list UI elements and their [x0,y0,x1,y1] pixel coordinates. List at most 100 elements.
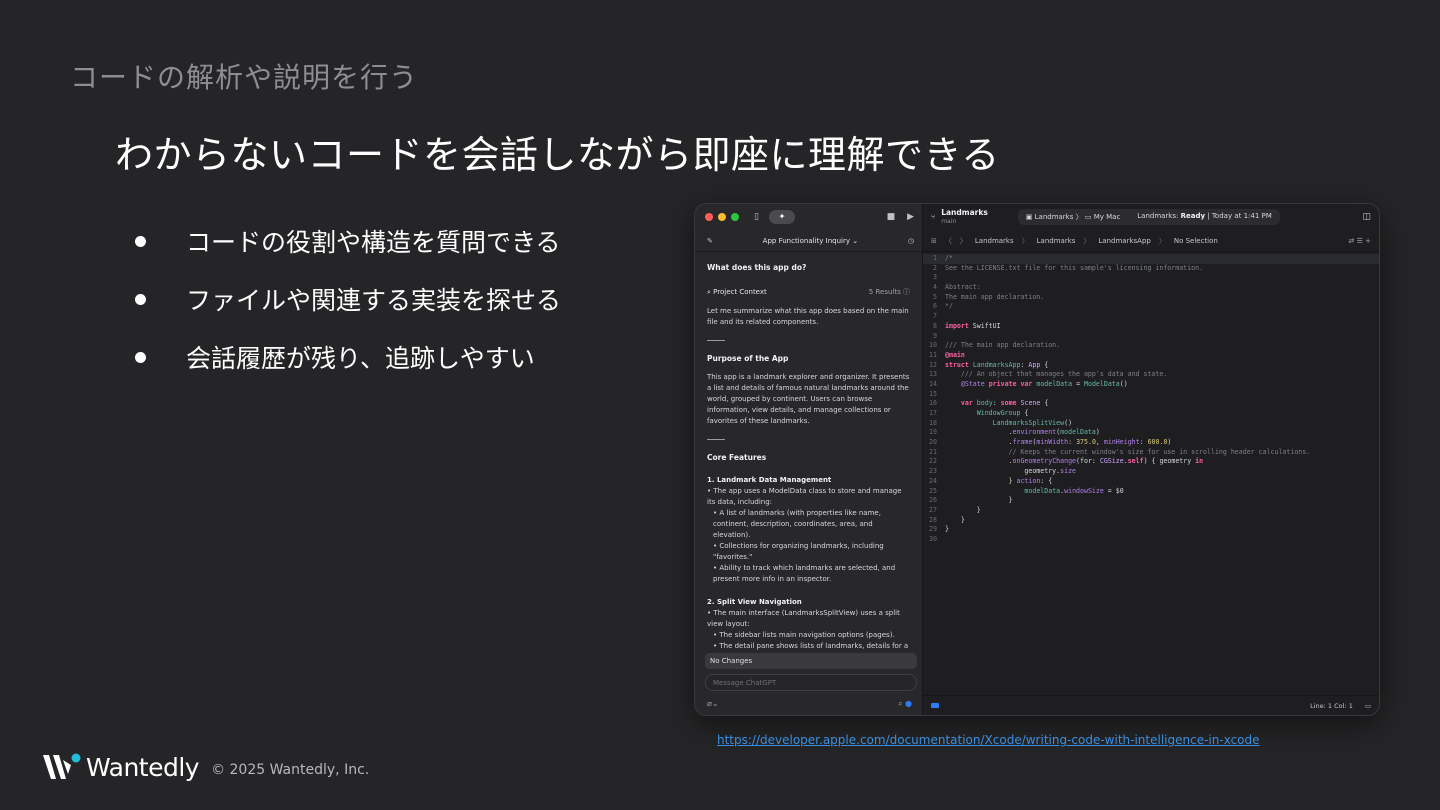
minimize-window-button[interactable] [718,213,726,221]
inspector-toggle-icon[interactable]: ◫ [1362,212,1371,222]
feature-1-line: • Ability to track which landmarks are s… [713,564,896,583]
bullet-item: コードの役割や構造を質問できる [135,212,561,270]
debug-area-icon[interactable] [931,703,939,708]
destination-name[interactable]: My Mac [1094,213,1121,221]
scheme-name[interactable]: Landmarks [1035,213,1074,221]
send-icon[interactable]: ● [905,699,912,708]
editor-options-icon[interactable]: ⇄ ☰ + [1349,237,1371,245]
wantedly-logo-icon [43,753,81,779]
bullet-item: ファイルや関連する実装を探せる [135,270,561,328]
sparkle-icon[interactable]: ✦ [768,210,795,224]
footer: Wantedly © 2025 Wantedly, Inc. [42,752,369,782]
new-conversation-icon[interactable]: ✎ [707,237,713,245]
window-toolbar: ⑂ Landmarks main ▣ Landmarks 〉 ▭ My Mac … [923,204,1379,230]
bullet-item: 会話履歴が残り、追跡しやすい [135,328,561,386]
panel-toggle-icon[interactable]: ▭ [1365,702,1371,710]
mac-icon: ▭ [1084,213,1094,221]
code-line: 10/// The main app declaration. [929,341,1061,350]
code-line: 9 [933,331,937,340]
code-editor[interactable]: 1/* 2 See the LICENSE.txt file for this s… [923,252,1379,545]
code-line: 11 @main [929,350,965,359]
code-line: 13 /// An object that manages the app's … [929,370,1168,379]
chat-transcript: What does this app do? ⌕ Project Context… [695,252,922,672]
code-line: 12 struct LandmarksApp: App { [929,360,1049,369]
core-features-heading: Core Features [707,453,767,462]
code-line: 14 @State private var modelData = ModelD… [929,379,1128,388]
back-icon[interactable]: 〈 [945,236,952,246]
breadcrumb-item[interactable]: LandmarksApp [1098,237,1150,245]
scheme-icon: ▣ [1025,213,1035,221]
assistant-toolbar: ▯ ✦ ■ ▶ [695,204,922,230]
breadcrumb-item[interactable]: No Selection [1174,237,1218,245]
code-line: 3 [933,273,937,282]
jump-bar: ⊞ 〈 〉 Landmarks 〉 Landmarks 〉 LandmarksA… [923,230,1379,252]
code-line: 25 modelData.windowSize = $0 [929,486,1124,495]
project-context-row[interactable]: ⌕ Project Context 5 Results ⓘ [707,287,910,298]
zoom-window-button[interactable] [731,213,739,221]
code-line: 1/* [923,254,1379,264]
xcode-window: ▯ ✦ ■ ▶ ✎ App Functionality Inquiry ⌄ ◷ … [694,203,1380,716]
feature-1-line: • Collections for organizing landmarks, … [713,542,884,561]
feature-1-title: 1. Landmark Data Management [707,476,832,484]
document-icon[interactable]: ▯ [754,212,759,222]
divider [707,439,725,440]
bullet-dot-icon [135,293,146,305]
bullet-list: コードの役割や構造を質問できる ファイルや関連する実装を探せる 会話履歴が残り、… [135,212,561,386]
code-line: 30 [929,534,937,543]
context-results: 5 Results [868,288,901,296]
documentation-link[interactable]: https://developer.apple.com/documentatio… [717,733,1260,747]
code-line: 29} [929,525,949,534]
code-line: 2 See the LICENSE.txt file for this sampl… [933,263,1204,272]
user-question: What does this app do? [707,263,807,272]
no-changes-banner[interactable]: No Changes [705,653,917,669]
project-name: Landmarks [941,207,988,217]
breadcrumb-item[interactable]: Landmarks [1037,237,1076,245]
bullet-dot-icon [135,351,146,363]
history-icon[interactable]: ◷ [908,237,914,245]
code-line: 22 .onGeometryChange(for: CGSize.self) {… [929,457,1204,466]
grid-icon[interactable]: ⊞ [931,237,937,245]
code-line: 24 } action: { [929,476,1053,485]
purpose-text: This app is a landmark explorer and orga… [707,373,910,425]
project-title[interactable]: Landmarks main [941,207,988,226]
feature-1-line: • The app uses a ModelData class to stor… [707,487,902,506]
code-line: 8 import SwiftUI [933,321,1001,330]
answer-intro: Let me summarize what this app does base… [707,307,909,326]
assistant-footer: ⌀⌄ ⌕ ● [707,699,912,709]
attachment-icon[interactable]: ⌀⌄ [707,699,719,709]
editor-pane: ⑂ Landmarks main ▣ Landmarks 〉 ▭ My Mac … [923,204,1379,715]
feature-2-title: 2. Split View Navigation [707,598,802,606]
editor-status-bar: Line: 1 Col: 1 ▭ [923,695,1379,715]
code-line: 17 WindowGroup { [929,409,1029,417]
code-line: 20 .frame(minWidth: 375.0, minHeight: 60… [929,438,1172,447]
build-status: Landmarks: Ready | Today at 1:41 PM [1137,212,1272,220]
headline: わからないコードを会話しながら即座に理解できる [115,133,1000,177]
code-line: 15 [929,389,937,398]
code-line: 6 */ [933,302,953,311]
purpose-heading: Purpose of the App [707,354,789,363]
divider [707,340,725,341]
message-input[interactable]: Message ChatGPT [705,674,917,691]
conversation-title[interactable]: App Functionality Inquiry ⌄ [763,237,858,245]
activity-view[interactable]: ▣ Landmarks 〉 ▭ My Mac Landmarks: Ready … [1017,209,1280,225]
run-icon[interactable]: ▶ [907,212,914,222]
code-line: 4 Abstract: [933,283,981,292]
code-line: 19 .environment(modelData) [929,428,1100,437]
assistant-pane: ▯ ✦ ■ ▶ ✎ App Functionality Inquiry ⌄ ◷ … [695,204,923,715]
code-line: 18 LandmarksSplitView() [929,418,1073,427]
brand-name: Wantedly [86,752,200,782]
feature-1-line: • A list of landmarks (with properties l… [713,509,881,539]
info-icon[interactable]: ⓘ [903,288,910,296]
code-line: 28 } [929,515,965,524]
bullet-dot-icon [135,235,146,247]
forward-icon[interactable]: 〉 [960,236,967,246]
code-line: 16 var body: some Scene { [929,399,1049,408]
branch-icon: ⑂ [931,213,936,221]
close-window-button[interactable] [705,213,713,221]
breadcrumb-item[interactable]: Landmarks [975,237,1014,245]
code-line: 21 // Keeps the current window's size fo… [929,447,1311,456]
binoculars-toggle-icon[interactable]: ⌕ [898,699,902,708]
stop-icon[interactable]: ■ [887,212,896,222]
code-line: 26 } [929,496,1013,505]
cursor-position: Line: 1 Col: 1 [1310,701,1353,710]
